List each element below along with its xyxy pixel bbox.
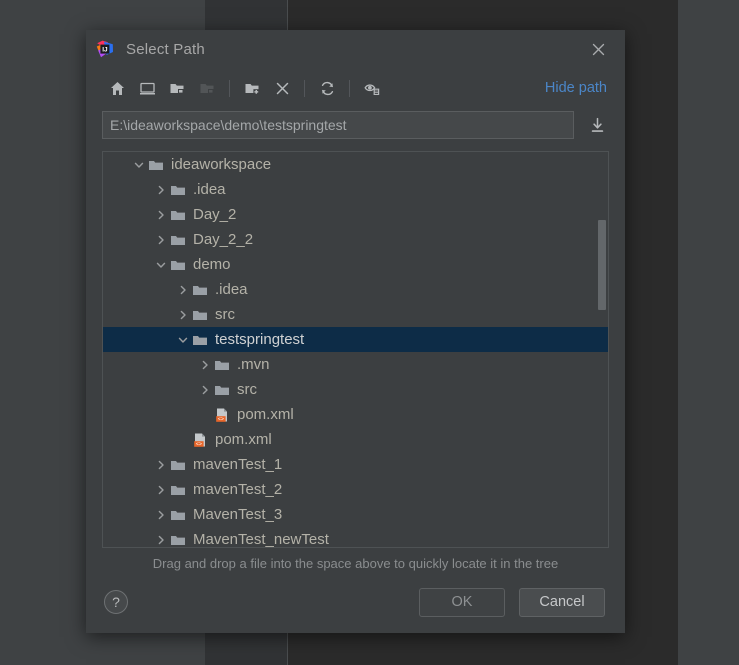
chevron-right-icon[interactable] xyxy=(153,202,169,227)
folder-icon xyxy=(169,502,187,527)
tree-row-label: pom.xml xyxy=(237,406,294,423)
chevron-right-icon[interactable] xyxy=(197,377,213,402)
folder-icon xyxy=(169,252,187,277)
ok-button[interactable]: OK xyxy=(419,587,505,617)
chevron-right-icon[interactable] xyxy=(153,177,169,202)
intellij-idea-logo: IJ xyxy=(96,40,114,58)
tree-row-label: MavenTest_3 xyxy=(193,506,283,523)
path-input[interactable]: E:\ideaworkspace\demo\testspringtest xyxy=(102,111,574,139)
path-row: E:\ideaworkspace\demo\testspringtest xyxy=(86,110,625,140)
show-hidden-files-icon[interactable] xyxy=(357,74,387,102)
tree-row[interactable]: mavenTest_1 xyxy=(103,452,608,477)
folder-icon xyxy=(169,202,187,227)
chevron-right-icon[interactable] xyxy=(153,477,169,502)
tree-row[interactable]: Day_2 xyxy=(103,202,608,227)
select-path-dialog: IJ Select Path Hide path E:\ideaworkspac… xyxy=(86,30,625,633)
collapse-folder-icon xyxy=(192,74,222,102)
expand-folder-icon[interactable] xyxy=(162,74,192,102)
tree-row-label: Day_2_2 xyxy=(193,231,254,248)
chevron-right-icon[interactable] xyxy=(153,452,169,477)
tree-row-label: pom.xml xyxy=(215,431,272,448)
folder-icon xyxy=(169,477,187,502)
svg-text:IJ: IJ xyxy=(102,46,108,53)
chevron-right-icon[interactable] xyxy=(175,302,191,327)
chevron-right-icon[interactable] xyxy=(153,227,169,252)
tree-row[interactable]: src xyxy=(103,302,608,327)
folder-icon xyxy=(191,327,209,352)
tree-row-label: src xyxy=(237,381,257,398)
backdrop-right-panel xyxy=(678,0,739,665)
tree-row[interactable]: MavenTest_3 xyxy=(103,502,608,527)
tree-row[interactable]: <> pom.xml xyxy=(103,427,608,452)
tree-scrollbar-thumb[interactable] xyxy=(598,220,606,311)
home-icon[interactable] xyxy=(102,74,132,102)
tree-row-label: ideaworkspace xyxy=(171,156,272,173)
chevron-right-icon[interactable] xyxy=(153,502,169,527)
tree-row[interactable]: src xyxy=(103,377,608,402)
folder-icon xyxy=(191,302,209,327)
xml-file-icon: <> xyxy=(213,402,231,427)
chevron-down-icon[interactable] xyxy=(153,252,169,277)
tree-vertical-scrollbar[interactable] xyxy=(597,154,606,545)
chevron-right-icon[interactable] xyxy=(197,352,213,377)
tree-row-label: demo xyxy=(193,256,231,273)
folder-icon xyxy=(169,527,187,547)
chevron-right-icon[interactable] xyxy=(153,527,169,547)
tree-row-label: MavenTest_newTest xyxy=(193,531,329,547)
desktop-icon[interactable] xyxy=(132,74,162,102)
tree-row-label: mavenTest_2 xyxy=(193,481,283,498)
tree-chevron-placeholder xyxy=(197,402,213,427)
dialog-titlebar: IJ Select Path xyxy=(86,30,625,68)
new-folder-icon[interactable] xyxy=(237,74,267,102)
dialog-toolbar: Hide path xyxy=(86,68,625,108)
help-button[interactable]: ? xyxy=(104,590,128,614)
tree-row[interactable]: .idea xyxy=(103,277,608,302)
folder-icon xyxy=(213,352,231,377)
directory-tree-panel: ideaworkspace .idea Day_2 Day_2_2demo .idea s… xyxy=(102,151,609,548)
svg-text:<>: <> xyxy=(196,441,202,447)
dialog-footer: ? OK Cancel xyxy=(86,571,625,633)
directory-tree[interactable]: ideaworkspace .idea Day_2 Day_2_2demo .idea s… xyxy=(103,152,608,547)
chevron-right-icon[interactable] xyxy=(175,277,191,302)
tree-row-label: src xyxy=(215,306,235,323)
tree-row-label: testspringtest xyxy=(215,331,305,348)
chevron-down-icon[interactable] xyxy=(175,327,191,352)
tree-row[interactable]: <> pom.xml xyxy=(103,402,608,427)
toolbar-separator xyxy=(304,79,305,97)
tree-row-label: .idea xyxy=(215,281,248,298)
tree-row[interactable]: Day_2_2 xyxy=(103,227,608,252)
hide-path-link[interactable]: Hide path xyxy=(545,80,609,96)
tree-row-label: Day_2 xyxy=(193,206,237,223)
folder-icon xyxy=(169,227,187,252)
svg-text:<>: <> xyxy=(218,416,224,422)
tree-row[interactable]: mavenTest_2 xyxy=(103,477,608,502)
folder-icon xyxy=(213,377,231,402)
folder-icon xyxy=(191,277,209,302)
tree-chevron-placeholder xyxy=(175,427,191,452)
dialog-title: Select Path xyxy=(126,40,205,58)
tree-row[interactable]: testspringtest xyxy=(103,327,608,352)
drag-drop-hint: Drag and drop a file into the space abov… xyxy=(152,556,559,571)
toolbar-separator xyxy=(349,79,350,97)
import-path-icon[interactable] xyxy=(583,111,611,139)
tree-row[interactable]: ideaworkspace xyxy=(103,152,608,177)
chevron-down-icon[interactable] xyxy=(131,152,147,177)
refresh-icon[interactable] xyxy=(312,74,342,102)
tree-row[interactable]: .mvn xyxy=(103,352,608,377)
tree-row-label: .mvn xyxy=(237,356,270,373)
xml-file-icon: <> xyxy=(191,427,209,452)
tree-row[interactable]: demo xyxy=(103,252,608,277)
delete-icon[interactable] xyxy=(267,74,297,102)
folder-icon xyxy=(169,452,187,477)
tree-row[interactable]: MavenTest_newTest xyxy=(103,527,608,547)
cancel-button[interactable]: Cancel xyxy=(519,587,605,617)
close-icon[interactable] xyxy=(585,36,611,62)
folder-icon xyxy=(147,152,165,177)
folder-icon xyxy=(169,177,187,202)
toolbar-separator xyxy=(229,79,230,97)
tree-row-label: mavenTest_1 xyxy=(193,456,283,473)
tree-row-label: .idea xyxy=(193,181,226,198)
tree-row[interactable]: .idea xyxy=(103,177,608,202)
